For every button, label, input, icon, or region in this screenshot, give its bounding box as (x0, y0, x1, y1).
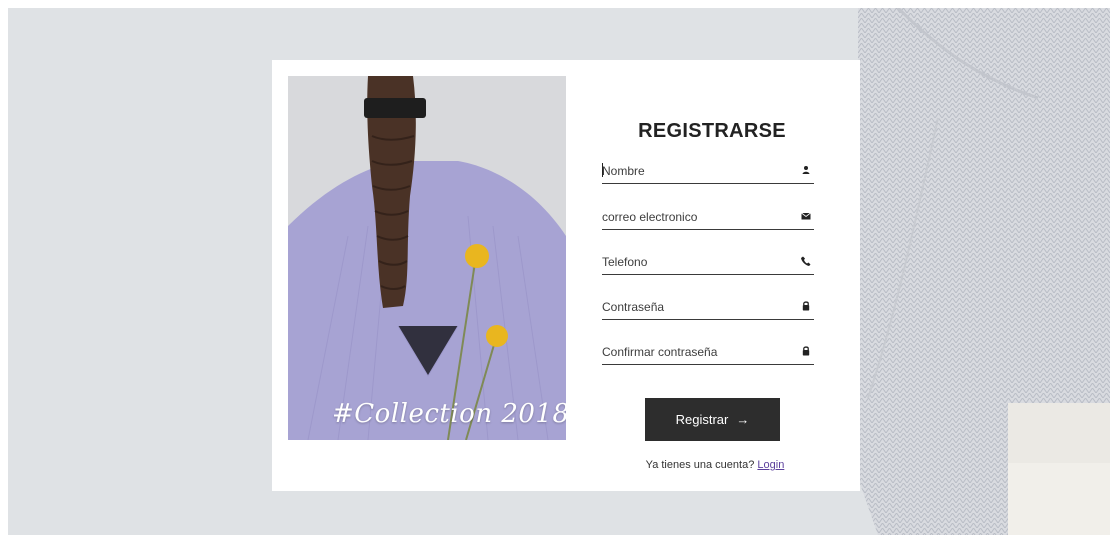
page-background: #Collection 2018 REGISTRARSE Nombre corr… (8, 8, 1110, 535)
confirm-password-input[interactable] (602, 342, 782, 362)
phone-field[interactable] (602, 252, 814, 275)
login-prompt-text: Ya tienes una cuenta? (645, 459, 755, 471)
envelope-icon (801, 212, 811, 220)
lock-icon (802, 301, 810, 311)
name-field[interactable] (602, 161, 814, 184)
register-button[interactable]: Registrar → (645, 398, 780, 441)
model-photo-illustration (288, 76, 566, 440)
email-field[interactable] (602, 207, 814, 230)
registration-card: #Collection 2018 REGISTRARSE Nombre corr… (272, 60, 860, 491)
email-input[interactable] (602, 207, 782, 227)
phone-input[interactable] (602, 252, 782, 272)
collection-caption: #Collection 2018 (332, 399, 566, 429)
phone-icon (801, 256, 811, 266)
collection-photo: #Collection 2018 (288, 76, 566, 440)
login-link[interactable]: Login (757, 459, 784, 471)
register-button-label: Registrar (675, 412, 729, 427)
background-sweater-image (858, 8, 1110, 535)
arrow-right-icon: → (736, 412, 750, 427)
name-input[interactable] (602, 161, 782, 181)
login-prompt: Ya tienes una cuenta? Login (602, 459, 828, 471)
confirm-password-field[interactable] (602, 342, 814, 365)
form-title: REGISTRARSE (638, 120, 786, 142)
lock-icon (802, 346, 810, 356)
password-field[interactable] (602, 297, 814, 320)
user-icon (802, 166, 810, 174)
password-input[interactable] (602, 297, 782, 317)
